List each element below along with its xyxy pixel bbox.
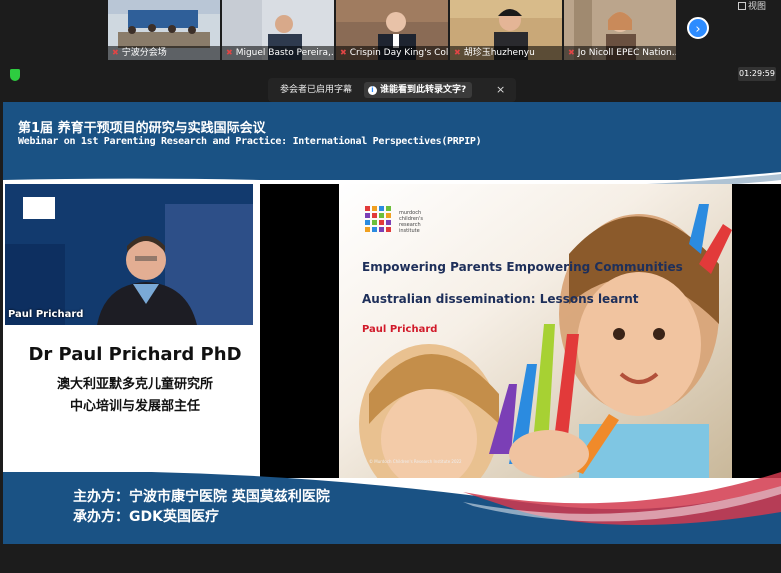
mic-muted-icon: ✖ [112, 48, 119, 57]
speaker-org-line-2: 中心培训与发展部主任 [69, 399, 200, 414]
presentation-copyright: © Murdoch Children's Research Institute … [369, 459, 462, 464]
view-button[interactable]: 视图 [738, 0, 766, 14]
participant-tile-2[interactable]: ✖ Miguel Basto Pereira,... [222, 0, 334, 60]
presentation-heading-1: Empowering Parents Empowering Communitie… [362, 260, 683, 274]
participant-tile-3[interactable]: ✖Crispin Day King's Coll... [336, 0, 448, 60]
participant-tile-1[interactable]: ✖ 宁波分会场 [108, 0, 220, 60]
presentation-heading-2: Australian dissemination: Lessons learnt [362, 292, 639, 306]
conference-title-en: Webinar on 1st Parenting Research and Pr… [18, 136, 482, 147]
participant-gallery: ✖ 宁波分会场 ✖ Miguel Basto Pereira,... ✖ Crispi… [0, 0, 781, 62]
next-page-button[interactable]: › [687, 17, 709, 39]
speaker-video-name: Paul Prichard [8, 309, 84, 320]
host-organizers: 主办方：宁波市康宁医院 英国莫兹利医院 [73, 489, 330, 505]
chevron-right-icon: › [695, 22, 701, 37]
speaker-video: Paul Prichard [5, 184, 253, 325]
participant-name: ✖ 宁波分会场 [108, 46, 220, 60]
presentation-presenter: Paul Prichard [362, 324, 438, 335]
participant-tile-5[interactable]: ✖ Jo Nicoll EPEC Nation... [564, 0, 676, 60]
speaker-name: Dr Paul Prichard PhD [28, 344, 242, 365]
close-icon[interactable]: × [496, 78, 505, 102]
shared-screen: 第1届 养育干预项目的研究与实践国际会议 Webinar on 1st Pare… [3, 102, 781, 544]
participant-name: ✖Crispin Day King's Coll... [336, 46, 448, 60]
caption-notification: 参会者已启用字幕 i 谁能看到此转录文字? × [268, 78, 516, 102]
participant-name: ✖ Miguel Basto Pereira,... [222, 46, 334, 60]
mic-muted-icon: ✖ [340, 48, 347, 57]
mcri-logo-text: murdoch children's research institute [399, 210, 424, 234]
conference-title-cn: 第1届 养育干预项目的研究与实践国际会议 [18, 121, 266, 136]
info-icon: i [368, 86, 377, 95]
grid-view-icon [738, 2, 746, 10]
mic-muted-icon: ✖ [226, 48, 233, 57]
speaker-organization: 澳大利亚默多克儿童研究所 中心培训与发展部主任 [15, 374, 255, 418]
presentation-panel: murdoch children's research institute Em… [260, 184, 781, 478]
mcri-logo [23, 197, 55, 219]
mic-muted-icon: ✖ [568, 48, 575, 57]
participant-tile-4[interactable]: ✖ 胡珍玉huzhenyu [450, 0, 562, 60]
zoom-meeting-window: ✖ 宁波分会场 ✖ Miguel Basto Pereira,... ✖ Crispi… [0, 0, 781, 573]
caption-notice-text: 参会者已启用字幕 [280, 85, 353, 95]
co-organizer: 承办方：GDK英国医疗 [73, 509, 219, 525]
who-can-see-transcript-button[interactable]: i 谁能看到此转录文字? [364, 82, 473, 98]
speaker-org-line-1: 澳大利亚默多克儿童研究所 [56, 377, 213, 392]
presentation-slide: murdoch children's research institute Em… [339, 184, 732, 478]
security-shield-icon[interactable] [10, 69, 20, 81]
participant-name: ✖ Jo Nicoll EPEC Nation... [564, 46, 676, 60]
meeting-timer: 01:29:59 [738, 67, 776, 81]
mic-muted-icon: ✖ [454, 48, 461, 57]
participant-name: ✖ 胡珍玉huzhenyu [450, 46, 562, 60]
mcri-logo-grid [365, 206, 391, 232]
